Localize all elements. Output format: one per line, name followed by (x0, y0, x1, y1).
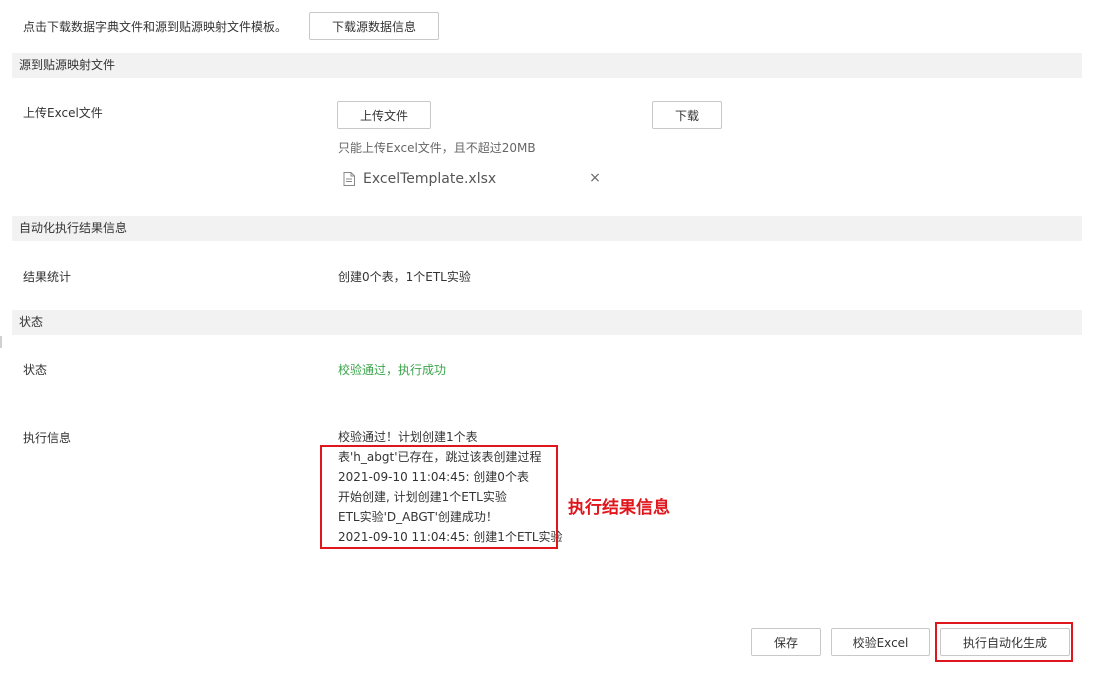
download-template-button[interactable]: 下载 (652, 101, 722, 129)
result-stats-label: 结果统计 (23, 270, 72, 284)
document-icon (343, 172, 355, 186)
exec-result-annotation: 执行结果信息 (568, 498, 670, 518)
page: 点击下载数据字典文件和源到贴源映射文件模板。 下载源数据信息 源到贴源映射文件 … (0, 0, 1094, 686)
uploaded-file-item[interactable]: ExcelTemplate.xlsx × (341, 170, 603, 188)
exec-result-highlight-box (320, 445, 558, 549)
save-button[interactable]: 保存 (751, 628, 821, 656)
uploaded-file-name: ExcelTemplate.xlsx (363, 171, 497, 187)
download-source-info-button[interactable]: 下载源数据信息 (309, 12, 439, 40)
download-hint-text: 点击下载数据字典文件和源到贴源映射文件模板。 (23, 20, 288, 34)
result-stats-value: 创建0个表，1个ETL实验 (338, 270, 471, 284)
upload-file-button[interactable]: 上传文件 (337, 101, 431, 129)
exec-info-label: 执行信息 (23, 431, 72, 445)
upload-tip-text: 只能上传Excel文件，且不超过20MB (338, 141, 536, 155)
section-header-mapping-file: 源到贴源映射文件 (12, 53, 1082, 78)
upload-excel-label: 上传Excel文件 (23, 106, 103, 120)
exec-info-line: 校验通过！计划创建1个表 (338, 430, 478, 444)
close-icon[interactable]: × (589, 171, 601, 185)
status-label: 状态 (23, 363, 48, 377)
status-value: 校验通过，执行成功 (338, 363, 447, 377)
section-header-automation-result: 自动化执行结果信息 (12, 216, 1082, 241)
resize-handle[interactable] (0, 336, 2, 348)
execute-button-highlight-box (935, 622, 1073, 662)
validate-excel-button[interactable]: 校验Excel (831, 628, 930, 656)
section-header-status: 状态 (12, 310, 1082, 335)
